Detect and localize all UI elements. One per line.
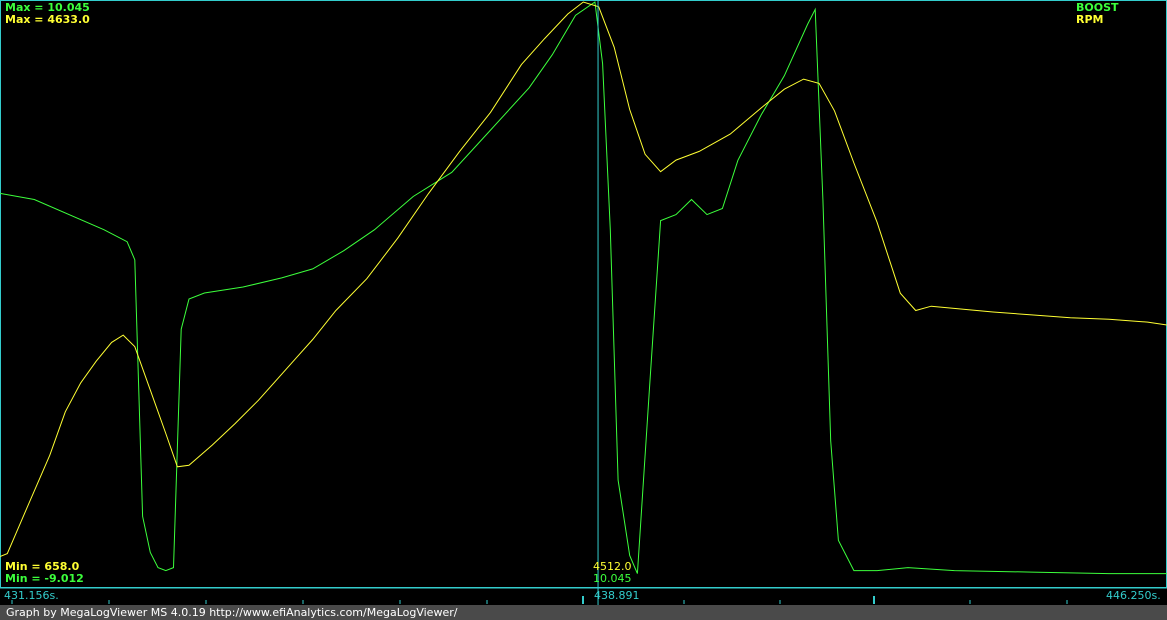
series-line-rpm	[0, 1, 1167, 557]
time-start-label: 431.156s.	[4, 589, 59, 602]
footer-credit: Graph by MegaLogViewer MS 4.0.19 http://…	[0, 605, 1167, 620]
legend-rpm: RPM	[1076, 13, 1104, 26]
series-line-boost	[0, 1, 1167, 575]
cursor-time-label: 438.891	[594, 589, 640, 602]
boost-min-label: Min = -9.012	[5, 572, 84, 585]
time-end-label: 446.250s.	[1106, 589, 1161, 602]
rpm-max-label: Max = 4633.0	[5, 13, 90, 26]
cursor-boost-value: 10.045	[593, 572, 632, 585]
log-chart[interactable]	[0, 0, 1167, 620]
